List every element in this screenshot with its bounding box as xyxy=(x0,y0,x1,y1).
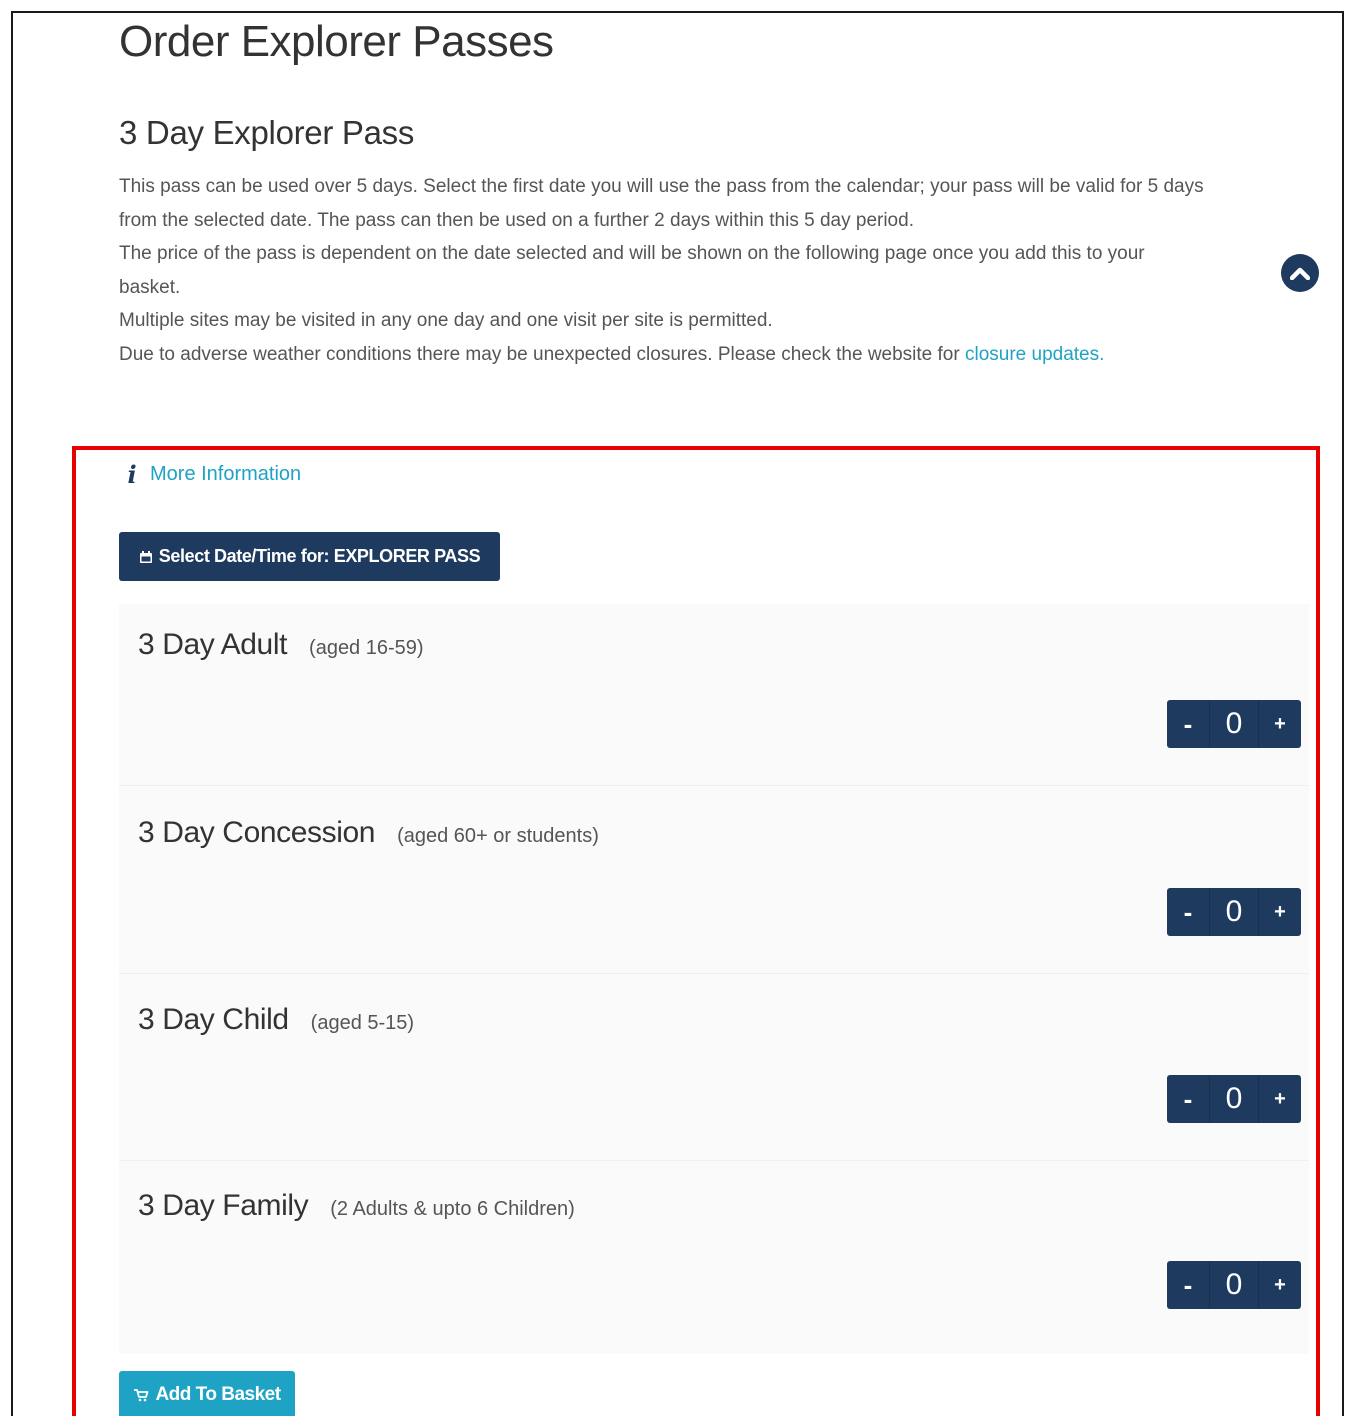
decrement-button[interactable]: - xyxy=(1167,1075,1209,1123)
quantity-stepper: - 0 + xyxy=(1167,1261,1301,1309)
ticket-row-adult: 3 Day Adult (aged 16-59) - 0 + xyxy=(119,604,1309,786)
ticket-row-child: 3 Day Child (aged 5-15) - 0 + xyxy=(119,979,1309,1161)
quantity-stepper: - 0 + xyxy=(1167,700,1301,748)
pass-title: 3 Day Explorer Pass xyxy=(119,114,415,151)
ticket-row-family: 3 Day Family (2 Adults & upto 6 Children… xyxy=(119,1165,1309,1347)
closure-text: Due to adverse weather conditions there … xyxy=(119,343,965,365)
increment-button[interactable]: + xyxy=(1259,700,1301,748)
quantity-value[interactable]: 0 xyxy=(1209,1075,1259,1123)
page-title: Order Explorer Passes xyxy=(119,17,554,66)
more-information-link[interactable]: i More Information xyxy=(126,460,301,489)
add-to-basket-label: Add To Basket xyxy=(155,1384,281,1405)
row-divider xyxy=(119,785,1309,786)
decrement-button[interactable]: - xyxy=(1167,700,1209,748)
add-to-basket-button[interactable]: Add To Basket xyxy=(119,1371,295,1416)
quantity-value[interactable]: 0 xyxy=(1209,1261,1259,1309)
select-date-button[interactable]: Select Date/Time for: EXPLORER PASS xyxy=(119,532,500,581)
closure-updates-link[interactable]: closure updates. xyxy=(965,344,1104,365)
scroll-to-top-button[interactable] xyxy=(1281,254,1319,292)
quantity-value[interactable]: 0 xyxy=(1209,888,1259,936)
quantity-value[interactable]: 0 xyxy=(1209,700,1259,748)
ticket-age-note: (aged 16-59) xyxy=(309,637,424,659)
more-information-label: More Information xyxy=(150,463,302,485)
ticket-age-note: (aged 5-15) xyxy=(310,1012,415,1034)
ticket-title: 3 Day Concession xyxy=(138,816,376,849)
calendar-icon xyxy=(139,550,152,563)
page: Order Explorer Passes 3 Day Explorer Pas… xyxy=(0,0,1346,1416)
ticket-title: 3 Day Child xyxy=(138,1003,289,1036)
ticket-heading: 3 Day Adult (aged 16-59) xyxy=(138,628,424,662)
ticket-list: 3 Day Adult (aged 16-59) - 0 + 3 Day Con… xyxy=(119,604,1309,1354)
decrement-button[interactable]: - xyxy=(1167,888,1209,936)
ticket-title: 3 Day Adult xyxy=(138,628,288,661)
ticket-heading: 3 Day Concession (aged 60+ or students) xyxy=(138,816,599,850)
increment-button[interactable]: + xyxy=(1259,888,1301,936)
ticket-row-concession: 3 Day Concession (aged 60+ or students) … xyxy=(119,792,1309,974)
description-paragraph: The price of the pass is dependent on th… xyxy=(119,243,1145,298)
row-divider xyxy=(119,973,1309,974)
ticket-age-note: (2 Adults & upto 6 Children) xyxy=(330,1198,575,1220)
increment-button[interactable]: + xyxy=(1259,1261,1301,1309)
description-paragraph: Multiple sites may be visited in any one… xyxy=(119,310,773,331)
increment-button[interactable]: + xyxy=(1259,1075,1301,1123)
chevron-up-icon xyxy=(1290,267,1310,280)
cart-icon xyxy=(134,1389,149,1402)
decrement-button[interactable]: - xyxy=(1167,1261,1209,1309)
row-divider xyxy=(119,1160,1309,1161)
quantity-stepper: - 0 + xyxy=(1167,888,1301,936)
ticket-age-note: (aged 60+ or students) xyxy=(397,825,599,847)
ticket-heading: 3 Day Family (2 Adults & upto 6 Children… xyxy=(138,1189,575,1223)
description-paragraph: This pass can be used over 5 days. Selec… xyxy=(119,176,1204,231)
ticket-heading: 3 Day Child (aged 5-15) xyxy=(138,1003,414,1037)
quantity-stepper: - 0 + xyxy=(1167,1075,1301,1123)
pass-description: This pass can be used over 5 days. Selec… xyxy=(119,170,1204,371)
ticket-title: 3 Day Family xyxy=(138,1189,309,1222)
select-date-label: Select Date/Time for: EXPLORER PASS xyxy=(158,546,481,566)
info-icon: i xyxy=(127,460,137,489)
closure-paragraph: Due to adverse weather conditions there … xyxy=(119,338,1204,372)
